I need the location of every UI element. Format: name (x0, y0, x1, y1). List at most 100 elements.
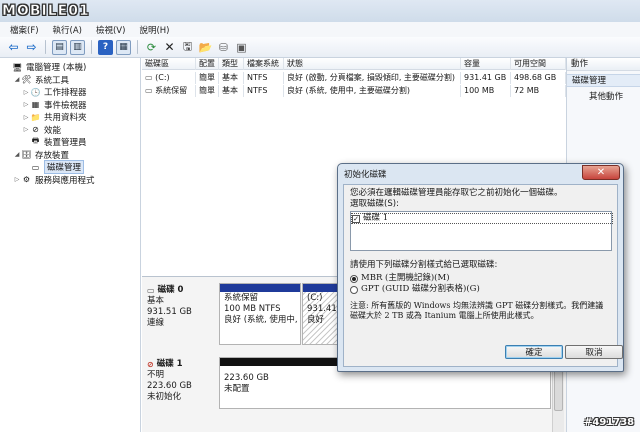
volume-filesystem: NTFS (244, 85, 284, 97)
partition-bar (303, 284, 337, 292)
volume-type: 基本 (219, 85, 244, 97)
tree-item-label: 電腦管理 (本機) (26, 63, 87, 74)
toolbar-separator (91, 40, 92, 54)
refresh-icon[interactable]: ⟳ (144, 40, 159, 55)
partition-style-label: 請使用下列磁碟分割樣式給已選取磁碟: (350, 260, 498, 270)
column-header-volume[interactable]: 磁碟區 (142, 58, 196, 70)
volume-status: 良好 (啟動, 分頁檔案, 損毀傾印, 主要磁碟分割) (284, 72, 461, 84)
column-header-type[interactable]: 類型 (219, 58, 244, 70)
tree-item-label: 事件檢視器 (44, 100, 87, 111)
close-icon[interactable]: ✕ (582, 165, 620, 180)
select-disk-label: 選取磁碟(S): (350, 199, 399, 209)
expander-icon[interactable]: ▷ (22, 126, 30, 133)
column-header-layout[interactable]: 配置 (196, 58, 219, 70)
clock-icon: 🕒 (30, 87, 41, 97)
tree-item-label: 服務與應用程式 (35, 175, 95, 186)
toolbar: ⇦ ⇨ ▤ ▥ ? ▦ ⟳ ✕ 🖫 📂 ⛁ ▣ (0, 37, 640, 58)
toolbar-separator (45, 40, 46, 54)
disk-1-label[interactable]: ⊘ 磁碟 1 不明 223.60 GB 未初始化 (147, 359, 213, 403)
ok-button[interactable]: 確定 (505, 345, 563, 359)
menu-file[interactable]: 檔案(F) (10, 24, 39, 36)
tree-item-label: 工作排程器 (44, 88, 87, 99)
partition-c-drive[interactable]: (C:) 931.41 良好 (302, 283, 338, 345)
checkbox-disk-1[interactable]: ✓ (352, 214, 360, 223)
watermark: MOBILE01 (2, 0, 90, 22)
expander-icon[interactable]: ▷ (22, 114, 30, 121)
actions-group-disk-management[interactable]: 磁碟管理 (567, 74, 640, 87)
up-level-icon[interactable]: ▤ (52, 39, 67, 55)
disk-tool-icon[interactable]: ⛁ (216, 40, 231, 55)
disk-0-size: 931.51 GB (147, 307, 192, 317)
volume-filesystem: NTFS (244, 72, 284, 84)
wizard-icon[interactable]: ▣ (234, 40, 249, 55)
expander-icon[interactable]: ◢ (13, 151, 21, 158)
disk-select-list[interactable]: ✓ 磁碟 1 (350, 211, 613, 251)
volume-capacity: 931.41 GB (461, 72, 511, 84)
dialog-body: 您必須在邏輯磁碟管理員能存取它之前初始化一個磁碟。 選取磁碟(S): ✓ 磁碟 … (343, 184, 618, 367)
cancel-button[interactable]: 取消 (565, 345, 623, 359)
tools-icon: 🛠 (21, 75, 32, 85)
volume-capacity: 100 MB (461, 85, 511, 97)
more-actions-link[interactable]: 其他動作 (567, 90, 640, 102)
column-header-capacity[interactable]: 容量 (461, 58, 511, 70)
tree-item[interactable]: 🖥 電腦管理 (本機) (0, 61, 140, 74)
disk-0-status: 連線 (147, 318, 165, 328)
menu-help[interactable]: 說明(H) (139, 24, 169, 36)
volume-name: ▭ (C:) (142, 72, 196, 84)
tree-item[interactable]: ▷ ⊘ 效能 (0, 124, 140, 137)
disk-uninitialized-icon: ⊘ (147, 360, 154, 369)
volume-name: ▭ 系統保留 (142, 85, 196, 97)
tree-item-label: 磁碟管理 (44, 160, 85, 175)
column-header-free-space[interactable]: 可用空間 (511, 58, 566, 70)
tree-item[interactable]: ◢ 🛠 系統工具 (0, 74, 140, 87)
partition-name: 系統保留 (224, 293, 259, 303)
menu-action[interactable]: 執行(A) (53, 24, 82, 36)
volume-status: 良好 (系統, 使用中, 主要磁碟分割) (284, 85, 461, 97)
properties-icon[interactable]: ▦ (116, 39, 131, 55)
forward-arrow-icon[interactable]: ⇨ (24, 40, 39, 55)
dialog-note: 注意: 所有舊版的 Windows 均無法辨識 GPT 磁碟分割樣式。我們建議磁… (350, 301, 604, 320)
performance-icon: ⊘ (32, 125, 39, 135)
drive-icon: ▭ (145, 86, 156, 95)
partition-size: 931.41 (307, 304, 337, 314)
delete-icon[interactable]: ✕ (162, 40, 177, 55)
tree-item[interactable]: ▷ 🕒 工作排程器 (0, 86, 140, 99)
initialize-disk-dialog: 初始化磁碟 ✕ 您必須在邏輯磁碟管理員能存取它之前初始化一個磁碟。 選取磁碟(S… (337, 163, 624, 372)
computer-icon: 🖥 (12, 62, 23, 72)
partition-size: 100 MB NTFS (224, 304, 281, 314)
radio-mbr[interactable] (350, 274, 358, 283)
open-folder-icon[interactable]: 📂 (198, 40, 213, 55)
column-header-status[interactable]: 狀態 (284, 58, 461, 70)
volume-layout: 簡單 (196, 85, 219, 97)
expander-icon[interactable]: ▷ (22, 101, 30, 108)
partition-system-reserved[interactable]: 系統保留 100 MB NTFS 良好 (系統, 使用中, (219, 283, 301, 345)
tree-item[interactable]: 🖶 裝置管理員 (0, 136, 140, 149)
table-row[interactable]: ▭ (C:) 簡單 基本 NTFS 良好 (啟動, 分頁檔案, 損毀傾印, 主要… (142, 72, 566, 84)
dialog-title: 初始化磁碟 (344, 169, 387, 180)
help-icon[interactable]: ? (98, 39, 113, 55)
tree-item-label: 裝置管理員 (44, 138, 87, 149)
tree-item[interactable]: ▷ ▦ 事件檢視器 (0, 99, 140, 112)
column-header-filesystem[interactable]: 檔案系統 (244, 58, 284, 70)
back-arrow-icon[interactable]: ⇦ (6, 40, 21, 55)
expander-icon[interactable]: ◢ (13, 76, 21, 83)
expander-icon[interactable]: ▷ (13, 176, 21, 183)
table-row[interactable]: ▭ 系統保留 簡單 基本 NTFS 良好 (系統, 使用中, 主要磁碟分割) 1… (142, 85, 566, 97)
tree-item[interactable]: ▭ 磁碟管理 (0, 160, 140, 175)
show-tree-icon[interactable]: ▥ (70, 39, 85, 55)
dialog-intro: 您必須在邏輯磁碟管理員能存取它之前初始化一個磁碟。 (350, 188, 563, 198)
expander-icon[interactable]: ▷ (22, 89, 30, 96)
services-icon: ⚙ (22, 175, 31, 185)
tree-item[interactable]: ◢ 🗄 存放裝置 (0, 149, 140, 162)
tree-item[interactable]: ▷ ⚙ 服務與應用程式 (0, 174, 140, 187)
tree-item[interactable]: ▷ 📁 共用資料夾 (0, 111, 140, 124)
disk-properties-icon[interactable]: 🖫 (180, 40, 195, 55)
disk-0-label[interactable]: ▭ 磁碟 0 基本 931.51 GB 連線 (147, 285, 213, 329)
menu-view[interactable]: 檢視(V) (96, 24, 125, 36)
radio-gpt-row[interactable]: GPT (GUID 磁碟分割表格)(G) (350, 284, 611, 295)
list-item[interactable]: ✓ 磁碟 1 (351, 213, 613, 224)
radio-mbr-row[interactable]: MBR (主開機記錄)(M) (350, 273, 611, 284)
volume-layout: 簡單 (196, 72, 219, 84)
radio-gpt[interactable] (350, 285, 358, 294)
event-viewer-icon: ▦ (31, 100, 40, 110)
